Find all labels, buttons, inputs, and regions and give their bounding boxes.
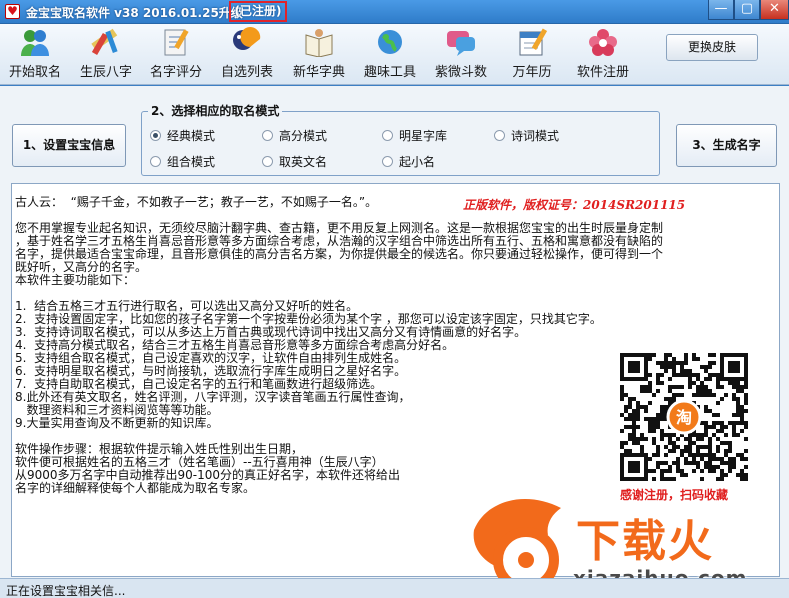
toolbar-label: 紫微斗数 xyxy=(434,65,487,80)
set-baby-info-button[interactable]: 1、设置宝宝信息 xyxy=(12,124,126,167)
mode-radio-poetry[interactable]: 诗词模式 xyxy=(494,127,559,144)
mode-group-title: 2、选择相应的取名模式 xyxy=(148,102,283,119)
toolbar-ziwei[interactable]: 紫微斗数 xyxy=(430,27,492,80)
status-text: 正在设置宝宝相关信... xyxy=(6,584,126,598)
toolbar-software-register[interactable]: 软件注册 xyxy=(572,27,634,80)
toolbar-label: 新华字典 xyxy=(292,65,345,80)
toolbar-birth-bazi[interactable]: 生辰八字 xyxy=(75,27,137,80)
people-icon xyxy=(18,27,52,57)
toolbar-custom-list[interactable]: 自选列表 xyxy=(216,27,278,80)
watermark-text: 下载火 xyxy=(576,516,714,567)
title-bar: ♥ 金宝宝取名软件 v38 2016.01.25升级 (已注册) — ▢ ✕ xyxy=(0,0,789,24)
toolbar-label: 名字评分 xyxy=(149,65,202,80)
radio-dot xyxy=(262,156,273,167)
radio-dot xyxy=(262,130,273,141)
radio-label: 经典模式 xyxy=(167,129,216,143)
toolbar-name-score[interactable]: 名字评分 xyxy=(145,27,207,80)
toolbar-label: 软件注册 xyxy=(576,65,629,80)
radio-dot xyxy=(150,156,161,167)
close-button[interactable]: ✕ xyxy=(760,0,789,20)
status-bar: 正在设置宝宝相关信... xyxy=(0,578,789,598)
window-title: 金宝宝取名软件 v38 2016.01.25升级 xyxy=(26,6,243,20)
radio-label: 起小名 xyxy=(399,155,436,169)
minimize-button[interactable]: — xyxy=(708,0,734,20)
mode-radio-classic[interactable]: 经典模式 xyxy=(150,127,215,144)
toolbar-start-naming[interactable]: 开始取名 xyxy=(4,27,66,80)
calendar-icon xyxy=(515,27,549,57)
svg-text:淘: 淘 xyxy=(676,408,692,427)
toolbar-xinhua-dictionary[interactable]: 新华字典 xyxy=(288,27,350,80)
radio-dot xyxy=(150,130,161,141)
text-line: 本软件主要功能如下： xyxy=(15,273,136,287)
radio-label: 明星字库 xyxy=(399,129,448,143)
change-skin-button[interactable]: 更换皮肤 xyxy=(666,34,758,61)
radio-label: 取英文名 xyxy=(279,155,328,169)
mode-radio-english-name[interactable]: 取英文名 xyxy=(262,153,327,170)
mode-radio-nickname[interactable]: 起小名 xyxy=(382,153,435,170)
radio-dot xyxy=(382,130,393,141)
mode-radio-star-library[interactable]: 明星字库 xyxy=(382,127,447,144)
flower-icon xyxy=(586,27,620,57)
notepad-icon xyxy=(159,27,193,57)
mode-radio-combination[interactable]: 组合模式 xyxy=(150,153,215,170)
app-heart-icon: ♥ xyxy=(5,4,20,19)
copyright-notice: 正版软件，版权证号：2014SR201115 xyxy=(463,198,686,212)
mode-radio-high-score[interactable]: 高分模式 xyxy=(262,127,327,144)
maximize-button[interactable]: ▢ xyxy=(734,0,760,20)
toolbar-fun-tools[interactable]: 趣味工具 xyxy=(359,27,421,80)
toolbar-label: 自选列表 xyxy=(220,65,273,80)
toolbar-label: 开始取名 xyxy=(8,65,61,80)
toolbar-label: 趣味工具 xyxy=(363,65,416,80)
qr-code: 淘 xyxy=(620,353,748,481)
radio-label: 诗词模式 xyxy=(511,129,560,143)
toolbar: 开始取名 生辰八字 名字评分 自选列表 新华字典 趣味工具 紫微斗数 万年历 软… xyxy=(0,24,789,85)
registered-badge: (已注册) xyxy=(229,1,287,22)
radio-label: 高分模式 xyxy=(279,129,328,143)
pac-man-list-icon xyxy=(230,27,264,57)
toolbar-calendar[interactable]: 万年历 xyxy=(501,27,563,80)
book-reader-icon xyxy=(302,27,336,58)
radio-label: 组合模式 xyxy=(167,155,216,169)
radio-dot xyxy=(382,156,393,167)
chat-bubble-icon xyxy=(444,27,478,57)
toolbar-label: 生辰八字 xyxy=(79,65,132,80)
globe-icon xyxy=(373,27,407,57)
generate-names-button[interactable]: 3、生成名字 xyxy=(676,124,777,167)
toolbar-label: 万年历 xyxy=(512,65,552,80)
radio-dot xyxy=(494,130,505,141)
pencil-ruler-icon xyxy=(89,27,123,57)
